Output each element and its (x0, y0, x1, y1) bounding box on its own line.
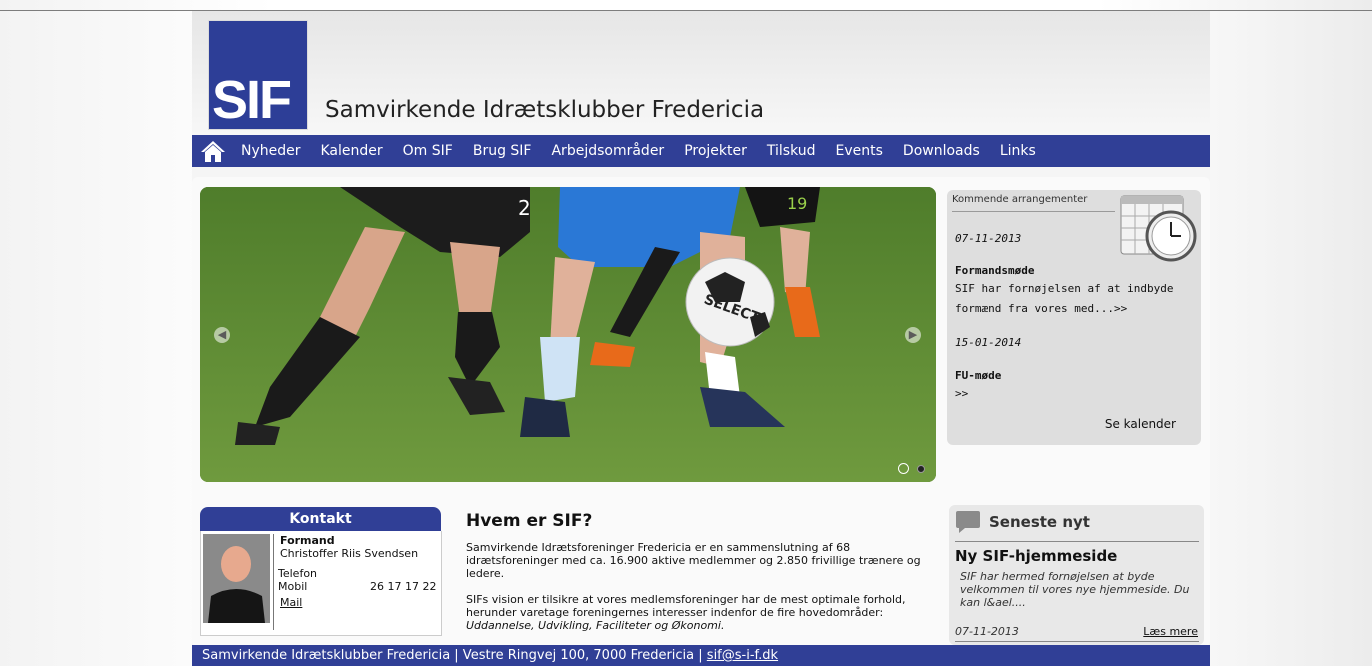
shirt-number-2: 2 (518, 196, 531, 220)
site-header: SIF Samvirkende Idrætsklubber Fredericia (192, 11, 1210, 135)
news-box: Seneste nyt Ny SIF-hjemmeside SIF har he… (949, 505, 1204, 645)
about-paragraph-2-italic: Uddannelse, Udvikling, Faciliteter og Øk… (466, 619, 725, 632)
event-1-text-line1: SIF har fornøjelsen af at indbyde (955, 282, 1174, 295)
footer-text: Samvirkende Idrætsklubber Fredericia | V… (202, 648, 703, 663)
nav-item-nyheder[interactable]: Nyheder (241, 135, 301, 167)
event-2-more-link[interactable]: >> (955, 384, 968, 404)
event-1-date: 07-11-2013 (955, 232, 1022, 245)
news-text: SIF har hermed fornøjelsen at byde velko… (960, 570, 1190, 609)
contact-name: Christoffer Riis Svendsen (280, 547, 419, 560)
nav-item-links[interactable]: Links (1000, 135, 1036, 167)
calendar-clock-icon (1120, 195, 1197, 262)
about-paragraph-1: Samvirkende Idrætsforeninger Fredericia … (466, 541, 921, 580)
nav-item-downloads[interactable]: Downloads (903, 135, 980, 167)
nav-item-arbejdsomraader[interactable]: Arbejdsområder (551, 135, 664, 167)
read-more-link[interactable]: Læs mere (1143, 625, 1198, 638)
site-footer: Samvirkende Idrætsklubber Fredericia | V… (192, 645, 1210, 666)
event-2-date: 15-01-2014 (955, 336, 1022, 349)
see-calendar-link[interactable]: Se kalender (1105, 417, 1176, 431)
contact-role: Formand (280, 534, 335, 547)
news-divider (955, 541, 1199, 542)
contact-mail-link[interactable]: Mail (280, 596, 302, 609)
contact-body: Formand Christoffer Riis Svendsen Telefo… (200, 531, 442, 636)
event-2-title[interactable]: FU-møde (955, 369, 1001, 382)
shirt-number-19: 19 (787, 194, 807, 213)
main-content: 2 19 SELECT ◀ ▶ Kommende arrangementer 0… (192, 177, 1210, 647)
image-slider[interactable]: 2 19 SELECT ◀ ▶ (200, 187, 936, 482)
news-header: Seneste nyt (989, 513, 1090, 531)
news-date: 07-11-2013 (955, 625, 1019, 638)
contact-header: Kontakt (200, 507, 441, 531)
speech-bubble-icon (956, 511, 980, 533)
contact-mobile-number: 26 17 17 22 (370, 580, 437, 593)
events-header: Kommende arrangementer (952, 194, 1088, 205)
nav-item-tilskud[interactable]: Tilskud (767, 135, 816, 167)
slider-dot-2[interactable] (917, 465, 925, 473)
page-container: SIF Samvirkende Idrætsklubber Fredericia… (192, 11, 1210, 666)
events-divider (952, 211, 1115, 212)
footer-email-link[interactable]: sif@s-i-f.dk (707, 648, 778, 663)
about-title: Hvem er SIF? (466, 511, 593, 531)
nav-item-kalender[interactable]: Kalender (321, 135, 383, 167)
news-bottom-divider (955, 641, 1199, 642)
logo-text: SIF (212, 70, 292, 130)
news-title[interactable]: Ny SIF-hjemmeside (955, 547, 1117, 565)
event-1-text-line2[interactable]: formænd fra vores med...>> (955, 299, 1127, 319)
events-panel: Kommende arrangementer 07-11-2013 Forman… (947, 190, 1201, 445)
site-title: Samvirkende Idrætsklubber Fredericia (325, 97, 765, 123)
contact-info: Formand Christoffer Riis Svendsen Telefo… (273, 534, 446, 630)
contact-phone-label: Telefon (278, 567, 318, 580)
contact-box: Kontakt Formand Christoffer Riis Svendse… (200, 507, 442, 636)
main-nav: Nyheder Kalender Om SIF Brug SIF Arbejds… (192, 135, 1210, 167)
contact-photo (203, 534, 270, 623)
slider-dot-1[interactable] (898, 463, 909, 474)
slider-next-button[interactable]: ▶ (905, 327, 921, 343)
nav-item-brug-sif[interactable]: Brug SIF (473, 135, 532, 167)
nav-menu: Nyheder Kalender Om SIF Brug SIF Arbejds… (241, 135, 1056, 167)
slider-image-football: 2 19 SELECT (200, 187, 936, 482)
sif-logo[interactable]: SIF (208, 20, 308, 130)
event-1-title[interactable]: Formandsmøde (955, 264, 1034, 277)
nav-item-events[interactable]: Events (836, 135, 883, 167)
about-section: Hvem er SIF? Samvirkende Idrætsforeninge… (466, 511, 941, 632)
nav-item-projekter[interactable]: Projekter (684, 135, 747, 167)
slider-prev-button[interactable]: ◀ (214, 327, 230, 343)
about-paragraph-2: SIFs vision er tilsikre at vores medlems… (466, 593, 906, 619)
home-icon[interactable] (200, 139, 226, 163)
nav-item-om-sif[interactable]: Om SIF (403, 135, 453, 167)
contact-mobile-label: Mobil (278, 580, 308, 593)
